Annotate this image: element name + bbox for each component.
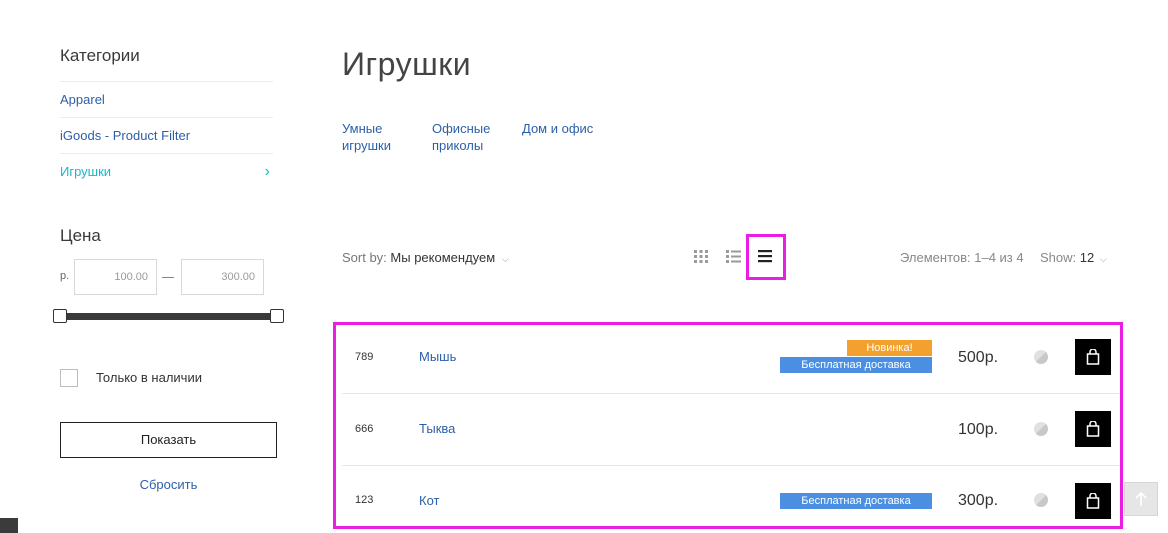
sort-dropdown[interactable]: Sort by: Мы рекомендуем ⌵ bbox=[342, 250, 509, 265]
add-to-cart-button[interactable] bbox=[1075, 411, 1111, 447]
subcategory-link-home-office[interactable]: Дом и офис bbox=[522, 120, 593, 154]
grid-view-icon[interactable] bbox=[692, 247, 710, 265]
add-to-cart-button[interactable] bbox=[1075, 339, 1111, 375]
price-slider-track[interactable] bbox=[60, 313, 284, 320]
new-badge: Новинка! bbox=[847, 340, 932, 356]
shopping-bag-icon bbox=[1086, 421, 1100, 437]
items-count: Элементов: 1–4 из 4 bbox=[900, 250, 1024, 265]
product-sku: 123 bbox=[355, 494, 374, 506]
sort-value: Мы рекомендуем bbox=[390, 250, 496, 265]
price-slider-max-handle[interactable] bbox=[270, 309, 284, 323]
scroll-to-top-button[interactable] bbox=[1124, 482, 1158, 516]
settings-icon[interactable] bbox=[0, 518, 18, 533]
per-page-label: Show: bbox=[1040, 250, 1077, 265]
price-min-input[interactable]: 100.00 bbox=[74, 259, 157, 295]
shopping-bag-icon bbox=[1086, 349, 1100, 365]
category-item-apparel[interactable]: Apparel bbox=[60, 82, 273, 118]
subcategory-link-office-pranks[interactable]: Офисные приколы bbox=[432, 120, 522, 154]
in-stock-checkbox[interactable] bbox=[60, 369, 78, 387]
list-view-icon[interactable] bbox=[724, 247, 742, 265]
subcategory-link-smart-toys[interactable]: Умные игрушки bbox=[342, 120, 432, 154]
price-heading: Цена bbox=[60, 226, 101, 245]
per-page-dropdown[interactable]: Show: 12 ⌵ bbox=[1040, 250, 1107, 265]
product-name-link[interactable]: Кот bbox=[419, 493, 439, 508]
active-view-highlight bbox=[746, 234, 786, 280]
in-stock-label: Только в наличии bbox=[96, 370, 202, 385]
per-page-value: 12 bbox=[1079, 250, 1095, 265]
categories-heading: Категории bbox=[60, 46, 140, 65]
product-name-link[interactable]: Тыква bbox=[419, 421, 455, 436]
free-shipping-badge: Бесплатная доставка bbox=[780, 493, 932, 509]
page-title: Игрушки bbox=[342, 46, 472, 82]
compare-icon[interactable] bbox=[1034, 422, 1048, 436]
product-row: 666 Тыква 100р. bbox=[342, 394, 1122, 466]
compare-icon[interactable] bbox=[1034, 493, 1048, 507]
product-row: 123 Кот Бесплатная доставка 300р. bbox=[342, 466, 1122, 533]
show-button[interactable]: Показать bbox=[60, 422, 277, 458]
arrow-up-icon bbox=[1135, 491, 1147, 506]
product-price: 300р. bbox=[958, 492, 999, 509]
product-sku: 789 bbox=[355, 351, 374, 363]
shopping-bag-icon bbox=[1086, 493, 1100, 509]
chevron-down-icon: ⌵ bbox=[1099, 254, 1107, 264]
sort-label: Sort by: bbox=[342, 250, 387, 265]
category-list: Apparel iGoods - Product Filter Игрушки … bbox=[60, 81, 273, 190]
price-max-input[interactable]: 300.00 bbox=[181, 259, 264, 295]
product-sku: 666 bbox=[355, 423, 374, 435]
product-price: 500р. bbox=[958, 349, 999, 366]
product-price: 100р. bbox=[958, 421, 999, 438]
free-shipping-badge: Бесплатная доставка bbox=[780, 357, 932, 373]
category-item-igoods[interactable]: iGoods - Product Filter bbox=[60, 118, 273, 154]
chevron-down-icon: ⌵ bbox=[501, 254, 509, 264]
product-row: 789 Мышь Новинка! Бесплатная доставка 50… bbox=[342, 323, 1122, 395]
add-to-cart-button[interactable] bbox=[1075, 483, 1111, 519]
category-item-label: Игрушки bbox=[60, 164, 112, 179]
subcategory-links: Умные игрушки Офисные приколы Дом и офис bbox=[342, 120, 593, 154]
category-item-toys[interactable]: Игрушки › bbox=[60, 154, 273, 190]
currency-label: р. bbox=[60, 270, 70, 282]
compare-icon[interactable] bbox=[1034, 350, 1048, 364]
range-separator bbox=[162, 277, 174, 278]
chevron-right-icon: › bbox=[264, 163, 270, 180]
price-slider-min-handle[interactable] bbox=[53, 309, 67, 323]
reset-link[interactable]: Сбросить bbox=[60, 477, 277, 492]
product-name-link[interactable]: Мышь bbox=[419, 349, 456, 364]
